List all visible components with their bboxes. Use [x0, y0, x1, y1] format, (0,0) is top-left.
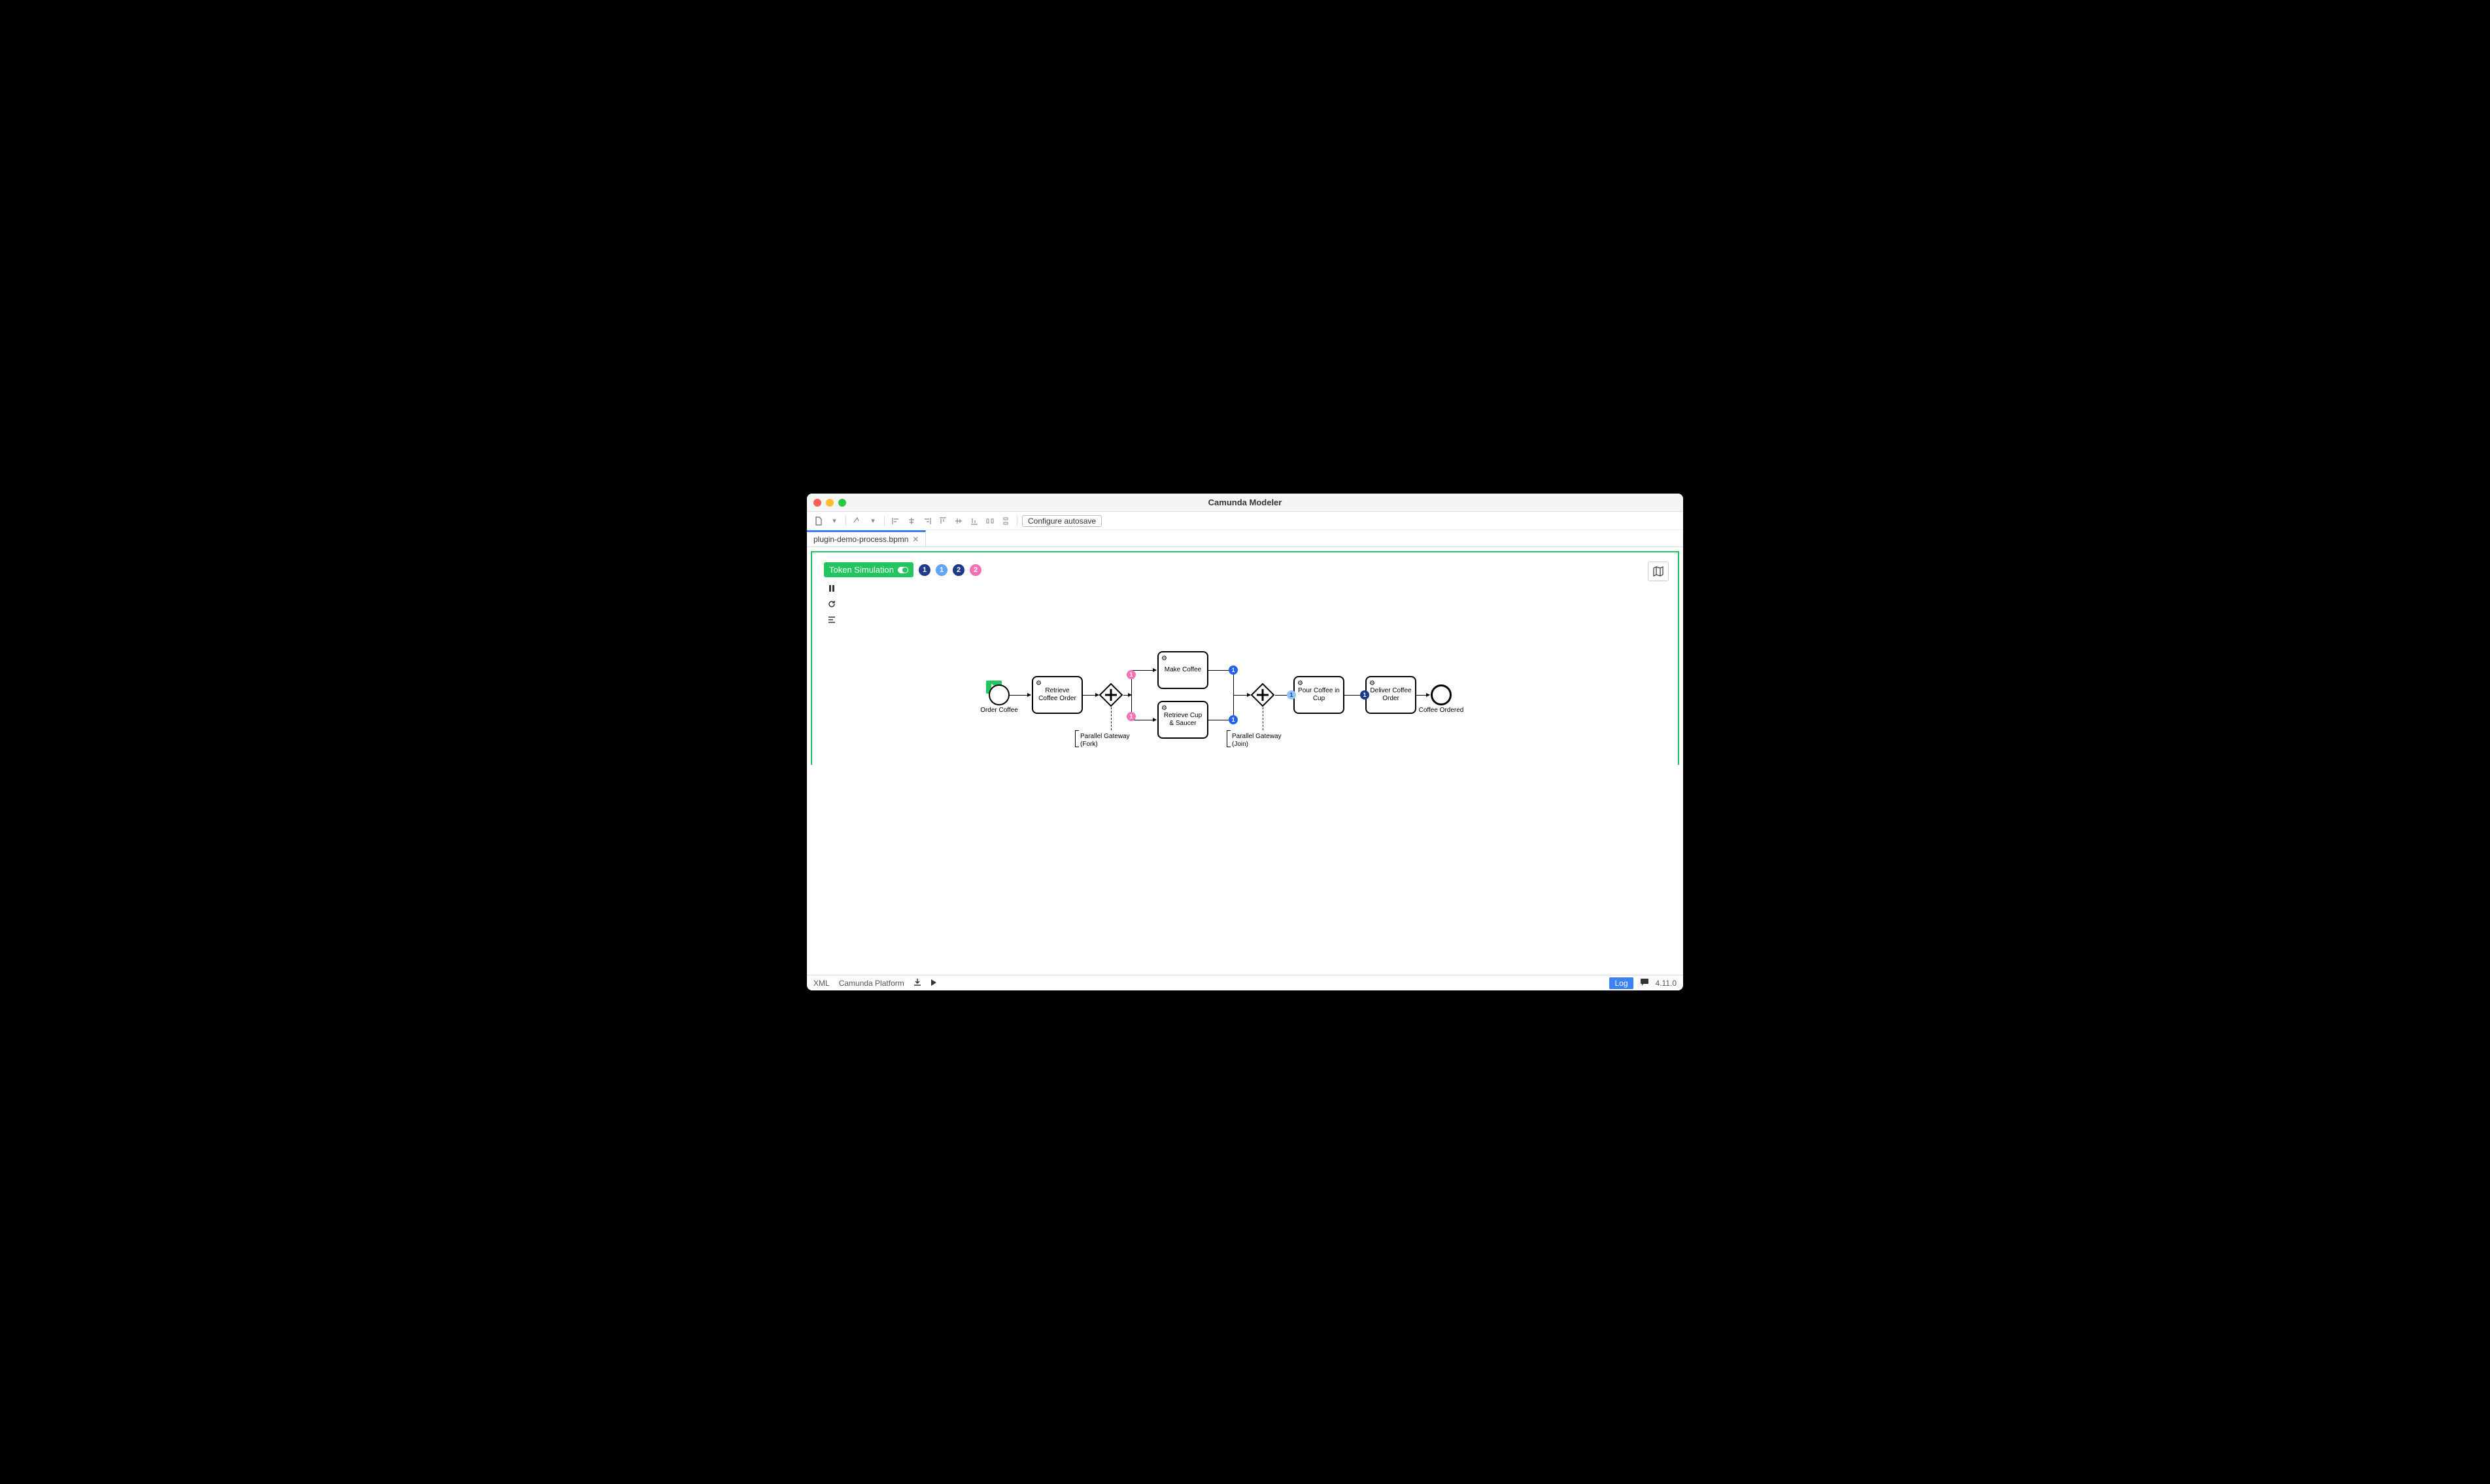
sequence-flow — [1233, 695, 1250, 696]
close-tab-icon[interactable]: ✕ — [912, 535, 919, 544]
version-label: 4.11.0 — [1656, 979, 1677, 988]
sequence-flow — [1010, 695, 1031, 696]
token-simulation-toggle[interactable]: Token Simulation — [824, 562, 913, 577]
align-middle-button[interactable] — [952, 514, 965, 528]
canvas-container: Token Simulation 1 1 2 2 — [807, 547, 1683, 765]
association — [1111, 707, 1112, 730]
sequence-flow — [1123, 695, 1131, 696]
log-toggle-button[interactable] — [824, 613, 840, 627]
window-title: Camunda Modeler — [1208, 497, 1282, 507]
statusbar: XML Camunda Platform Log 4.11.0 — [807, 975, 1683, 990]
sequence-flow — [1083, 695, 1099, 696]
configure-autosave-button[interactable]: Configure autosave — [1022, 515, 1102, 527]
task-retrieve-cup[interactable]: ⚙ Retrieve Cup & Saucer — [1157, 701, 1208, 739]
minimap-button[interactable] — [1648, 562, 1669, 581]
task-label: Retrieve Cup & Saucer — [1161, 712, 1204, 728]
counter-badge[interactable]: 2 — [953, 564, 964, 576]
token-counter: 1 — [1287, 690, 1296, 700]
align-left-button[interactable] — [889, 514, 902, 528]
token-counter: 1 — [1127, 712, 1136, 721]
task-label: Retrieve Coffee Order — [1036, 687, 1079, 703]
bpmn-diagram: Order Coffee ⚙ Retrieve Coffee Order 1 — [956, 644, 1466, 765]
task-pour-coffee[interactable]: ⚙ Pour Coffee in Cup — [1293, 676, 1344, 714]
service-task-icon: ⚙ — [1369, 680, 1375, 688]
sequence-flow — [1416, 695, 1429, 696]
play-icon[interactable] — [930, 979, 937, 988]
service-task-icon: ⚙ — [1161, 705, 1167, 713]
simulation-controls: Token Simulation 1 1 2 2 — [824, 562, 981, 577]
align-top-button[interactable] — [936, 514, 949, 528]
counter-badge[interactable]: 1 — [919, 564, 930, 576]
service-task-icon: ⚙ — [1297, 680, 1303, 688]
task-deliver[interactable]: ⚙ Deliver Coffee Order — [1365, 676, 1416, 714]
task-label: Pour Coffee in Cup — [1297, 687, 1340, 703]
distribute-h-button[interactable] — [983, 514, 997, 528]
token-counter: 1 — [1127, 670, 1136, 679]
token-simulation-label: Token Simulation — [829, 565, 894, 575]
reset-button[interactable] — [824, 597, 840, 611]
app-window: Camunda Modeler ▾ ▾ Configure autosave p… — [807, 494, 1683, 990]
simulation-tools — [824, 581, 840, 627]
start-event-label: Order Coffee — [978, 707, 1020, 714]
annotation-bracket — [1075, 730, 1079, 747]
traffic-lights — [813, 499, 846, 507]
start-event[interactable] — [989, 684, 1010, 705]
annotation-bracket — [1227, 730, 1231, 747]
token-counter: 1 — [1229, 715, 1238, 724]
tab-bar: plugin-demo-process.bpmn ✕ — [807, 530, 1683, 547]
dropdown-icon[interactable]: ▾ — [828, 514, 841, 528]
titlebar: Camunda Modeler — [807, 494, 1683, 512]
annotation-text: Parallel Gateway (Join) — [1232, 733, 1291, 749]
task-label: Make Coffee — [1165, 666, 1202, 674]
token-counter: 1 — [1229, 666, 1238, 675]
maximize-window-button[interactable] — [838, 499, 846, 507]
toggle-switch-icon — [898, 567, 908, 573]
counter-badge[interactable]: 2 — [970, 564, 981, 576]
file-tab[interactable]: plugin-demo-process.bpmn ✕ — [807, 530, 926, 547]
end-event-label: Coffee Ordered — [1418, 707, 1465, 714]
align-center-button[interactable] — [905, 514, 918, 528]
token-counter: 1 — [1360, 690, 1369, 700]
toolbar: ▾ ▾ Configure autosave — [807, 512, 1683, 530]
simulation-canvas: Token Simulation 1 1 2 2 — [811, 551, 1679, 765]
service-task-icon: ⚙ — [1161, 655, 1167, 663]
dropdown-icon[interactable]: ▾ — [866, 514, 879, 528]
pause-button[interactable] — [824, 581, 840, 596]
close-window-button[interactable] — [813, 499, 821, 507]
sequence-flow — [1131, 670, 1156, 671]
end-event[interactable] — [1431, 684, 1452, 705]
gateway-join[interactable] — [1250, 683, 1275, 707]
new-file-button[interactable] — [812, 514, 825, 528]
annotation-text: Parallel Gateway (Fork) — [1080, 733, 1139, 749]
distribute-v-button[interactable] — [999, 514, 1012, 528]
xml-button[interactable]: XML — [813, 979, 830, 988]
log-button[interactable]: Log — [1609, 977, 1633, 989]
gateway-fork[interactable] — [1099, 683, 1123, 707]
platform-label[interactable]: Camunda Platform — [839, 979, 904, 988]
task-make-coffee[interactable]: ⚙ Make Coffee — [1157, 651, 1208, 689]
counter-badge[interactable]: 1 — [936, 564, 947, 576]
service-task-icon: ⚙ — [1036, 680, 1042, 688]
minimize-window-button[interactable] — [826, 499, 834, 507]
task-retrieve-order[interactable]: ⚙ Retrieve Coffee Order — [1032, 676, 1083, 714]
feedback-icon[interactable] — [1640, 977, 1649, 988]
task-label: Deliver Coffee Order — [1369, 687, 1412, 703]
align-right-button[interactable] — [921, 514, 934, 528]
tab-label: plugin-demo-process.bpmn — [813, 535, 908, 544]
tool-lasso-button[interactable] — [851, 514, 864, 528]
align-bottom-button[interactable] — [968, 514, 981, 528]
deploy-icon[interactable] — [913, 978, 921, 988]
